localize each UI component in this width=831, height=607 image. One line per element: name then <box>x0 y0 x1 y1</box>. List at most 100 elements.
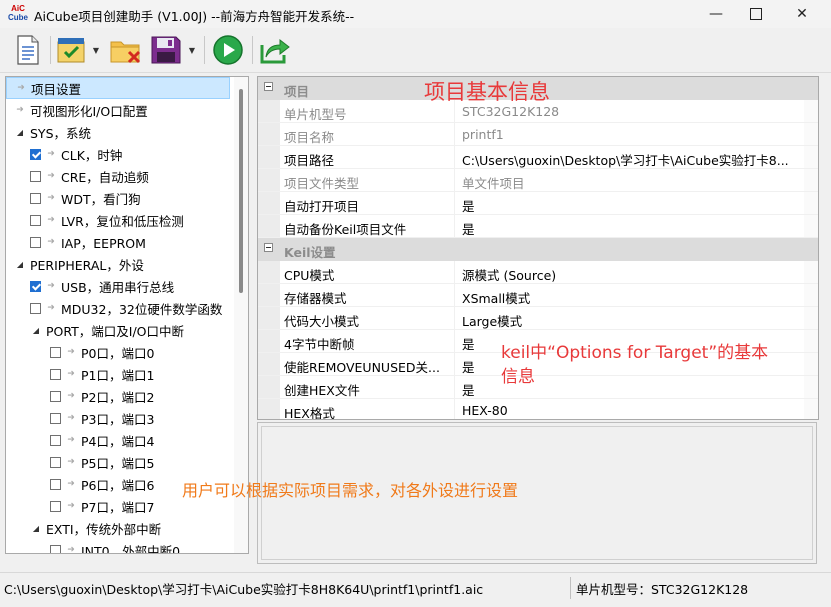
tree-checkbox[interactable] <box>50 368 61 380</box>
tree-item[interactable]: ➜ USB，通用串行总线 <box>6 275 248 297</box>
status-chip-model: 单片机型号：STC32G12K128 <box>576 582 749 597</box>
property-column-divider <box>454 261 455 283</box>
checklist-button[interactable] <box>55 34 89 66</box>
tree-item[interactable]: ➜ IAP，EEPROM <box>6 231 248 253</box>
tree-item[interactable]: ➜ P2口，端口2 <box>6 385 248 407</box>
property-key: HEX格式 <box>284 406 335 420</box>
property-category[interactable]: Keil设置 <box>258 238 818 261</box>
tree-checkbox[interactable] <box>30 280 41 292</box>
tree-item-label: SYS，系统 <box>30 125 92 141</box>
tree-checkbox[interactable] <box>30 302 41 314</box>
tree-arrow-icon: ➜ <box>47 149 55 159</box>
collapse-icon[interactable] <box>264 82 273 91</box>
property-row-margin <box>258 123 280 145</box>
tree-item[interactable]: ➜ 项目设置 <box>6 77 230 99</box>
tree-checkbox[interactable] <box>30 214 41 226</box>
tree-checkbox[interactable] <box>50 390 61 402</box>
expand-toggle-icon[interactable]: ◢ <box>14 260 26 269</box>
save-dropdown-caret[interactable]: ▼ <box>186 34 198 66</box>
tree-item[interactable]: ◢ PERIPHERAL，外设 <box>6 253 240 275</box>
tree-item[interactable]: ◢ EXTI，传统外部中断 <box>6 517 248 539</box>
tree-item-label: P1口，端口1 <box>81 367 155 383</box>
status-project-path: C:\Users\guoxin\Desktop\学习打卡\AiCube实验打卡8… <box>4 582 484 597</box>
property-row-margin <box>258 100 280 122</box>
close-button[interactable]: ✕ <box>779 0 825 28</box>
tree-item[interactable]: ➜ P5口，端口5 <box>6 451 248 473</box>
property-row-margin <box>258 353 280 375</box>
tree-item[interactable]: ➜ CLK，时钟 <box>6 143 248 165</box>
property-row[interactable]: 自动打开项目 是 <box>258 192 818 215</box>
property-row-margin <box>258 284 280 306</box>
property-column-divider <box>454 215 455 237</box>
property-value[interactable]: Large模式 <box>462 311 800 330</box>
property-grid[interactable]: 项目 单片机型号 STC32G12K128 项目名称 printf1 项目路径 C:\Use… <box>257 76 819 420</box>
tree-item[interactable]: ➜ 可视图形化I/O口配置 <box>6 99 240 121</box>
tree-item[interactable]: ➜ LVR，复位和低压检测 <box>6 209 248 231</box>
tree-checkbox[interactable] <box>50 478 61 490</box>
property-value[interactable]: HEX-80 <box>462 403 800 418</box>
property-row[interactable]: 自动备份Keil项目文件 是 <box>258 215 818 238</box>
tree-checkbox[interactable] <box>30 148 41 160</box>
property-row[interactable]: 项目名称 printf1 <box>258 123 818 146</box>
property-row[interactable]: 项目路径 C:\Users\guoxin\Desktop\学习打卡\AiCube实… <box>258 146 818 169</box>
tree-checkbox[interactable] <box>30 170 41 182</box>
tree-checkbox[interactable] <box>30 236 41 248</box>
tree-item[interactable]: ➜ P3口，端口3 <box>6 407 248 429</box>
tree-checkbox[interactable] <box>50 434 61 446</box>
checklist-icon <box>57 38 85 63</box>
property-row-margin <box>258 330 280 352</box>
tree-item[interactable]: ➜ CRE，自动追频 <box>6 165 248 187</box>
expand-toggle-icon[interactable]: ◢ <box>30 326 42 335</box>
property-row-margin <box>258 146 280 168</box>
new-project-button[interactable] <box>12 34 44 66</box>
checklist-dropdown-caret[interactable]: ▼ <box>90 34 102 66</box>
tree-item[interactable]: ◢ SYS，系统 <box>6 121 240 143</box>
property-value[interactable]: 是 <box>462 219 800 238</box>
annotation-basic-info: 项目基本信息 <box>424 80 550 104</box>
tree-arrow-icon: ➜ <box>67 391 75 401</box>
property-value[interactable]: XSmall模式 <box>462 288 800 307</box>
tree-item[interactable]: ➜ MDU32，32位硬件数学函数 <box>6 297 248 319</box>
tree-item[interactable]: ◢ PORT，端口及I/O口中断 <box>6 319 248 341</box>
export-button[interactable] <box>257 34 293 66</box>
maximize-button[interactable] <box>733 0 779 28</box>
property-key: 创建HEX文件 <box>284 383 360 398</box>
save-button[interactable] <box>148 34 184 66</box>
tree-checkbox[interactable] <box>30 192 41 204</box>
tree-item[interactable]: ➜ P0口，端口0 <box>6 341 248 363</box>
expand-toggle-icon[interactable]: ◢ <box>30 524 42 533</box>
tree-checkbox[interactable] <box>50 456 61 468</box>
tree-arrow-icon: ➜ <box>67 435 75 445</box>
tree-arrow-icon: ➜ <box>67 369 75 379</box>
tree-item[interactable]: ➜ P1口，端口1 <box>6 363 248 385</box>
tree-item[interactable]: ➜ P4口，端口4 <box>6 429 248 451</box>
tree-checkbox[interactable] <box>50 500 61 512</box>
property-row[interactable]: 项目文件类型 单文件项目 <box>258 169 818 192</box>
tree-item[interactable]: ➜ INT0，外部中断0 <box>6 539 248 553</box>
property-row[interactable]: CPU模式 源模式 (Source) <box>258 261 818 284</box>
tree-arrow-icon: ➜ <box>67 413 75 423</box>
run-button[interactable] <box>210 34 246 66</box>
property-column-divider <box>454 169 455 191</box>
property-column-divider <box>454 146 455 168</box>
property-row[interactable]: HEX格式 HEX-80 <box>258 399 818 420</box>
property-row[interactable]: 创建HEX文件是 <box>258 376 818 399</box>
property-value[interactable]: 是 <box>462 196 800 215</box>
tree-checkbox[interactable] <box>50 544 61 553</box>
expand-toggle-icon[interactable]: ◢ <box>14 128 26 137</box>
property-key: CPU模式 <box>284 268 335 283</box>
tree-checkbox[interactable] <box>50 346 61 358</box>
tree-item-label: 项目设置 <box>31 81 82 97</box>
tree-item-label: P5口，端口5 <box>81 455 155 471</box>
close-project-button[interactable] <box>108 34 144 66</box>
tree-item[interactable]: ➜ WDT，看门狗 <box>6 187 248 209</box>
property-value[interactable]: 源模式 (Source) <box>462 265 800 284</box>
tree-item-label: IAP，EEPROM <box>61 235 146 251</box>
property-row[interactable]: 代码大小模式 Large模式 <box>258 307 818 330</box>
property-value[interactable]: C:\Users\guoxin\Desktop\学习打卡\AiCube实验打卡8… <box>462 150 800 169</box>
toolbar-separator <box>50 36 51 64</box>
collapse-icon[interactable] <box>264 243 273 252</box>
property-row[interactable]: 存储器模式 XSmall模式 <box>258 284 818 307</box>
tree-item-label: 可视图形化I/O口配置 <box>30 103 148 119</box>
tree-checkbox[interactable] <box>50 412 61 424</box>
